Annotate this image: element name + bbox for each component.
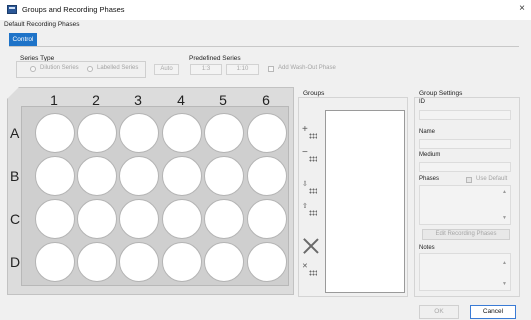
well-B5[interactable] — [204, 156, 244, 196]
use-default-label: Use Default — [476, 176, 508, 182]
well-C5[interactable] — [204, 199, 244, 239]
well-C3[interactable] — [119, 199, 159, 239]
plate-column-label: 3 — [134, 92, 142, 108]
add-group-button[interactable]: + — [302, 125, 320, 143]
dilution-series-radio[interactable] — [30, 66, 36, 72]
well-D3[interactable] — [119, 242, 159, 282]
app-icon — [7, 5, 17, 14]
well-B6[interactable] — [247, 156, 287, 196]
grid-icon — [309, 188, 317, 194]
well-D6[interactable] — [247, 242, 287, 282]
move-down-icon: ⇩ — [302, 181, 308, 188]
medium-label: Medium — [419, 152, 441, 158]
id-field[interactable] — [419, 110, 511, 120]
groups-label: Groups — [303, 90, 325, 97]
plate-column-label: 6 — [262, 92, 270, 108]
scroll-down-icon[interactable]: ▼ — [502, 215, 507, 221]
well-D5[interactable] — [204, 242, 244, 282]
plate-row-label: B — [10, 168, 20, 184]
scroll-up-icon[interactable]: ▲ — [502, 260, 507, 266]
phases-list[interactable]: ▲ ▼ — [419, 185, 511, 225]
well-C2[interactable] — [77, 199, 117, 239]
well-C4[interactable] — [162, 199, 202, 239]
well-A6[interactable] — [247, 113, 287, 153]
window-title: Groups and Recording Phases — [22, 5, 125, 14]
title-bar: Groups and Recording Phases × — [0, 0, 531, 20]
move-group-down-button[interactable]: ⇩ — [302, 180, 320, 198]
washout-label: Add Wash-Out Phase — [278, 65, 336, 71]
labelled-series-radio[interactable] — [87, 66, 93, 72]
clear-wells-icon: ✕ — [302, 263, 308, 270]
series-1-10-button[interactable]: 1:10 — [226, 64, 259, 75]
plate-row-label: D — [10, 254, 21, 270]
well-B4[interactable] — [162, 156, 202, 196]
well-A5[interactable] — [204, 113, 244, 153]
scroll-up-icon[interactable]: ▲ — [502, 189, 507, 195]
washout-checkbox[interactable] — [268, 66, 274, 72]
series-1-3-button[interactable]: 1:3 — [190, 64, 222, 75]
grid-icon — [309, 270, 317, 276]
remove-group-icon: − — [302, 147, 308, 158]
labelled-series-label: Labelled Series — [97, 65, 139, 71]
well-A1[interactable] — [35, 113, 75, 153]
well-A3[interactable] — [119, 113, 159, 153]
well-C1[interactable] — [35, 199, 75, 239]
well-D4[interactable] — [162, 242, 202, 282]
tab-divider — [9, 46, 519, 47]
well-B2[interactable] — [77, 156, 117, 196]
well-D1[interactable] — [35, 242, 75, 282]
grid-icon — [309, 156, 317, 162]
id-label: ID — [419, 99, 425, 105]
well-C6[interactable] — [247, 199, 287, 239]
name-label: Name — [419, 129, 436, 135]
move-up-icon: ⇧ — [302, 203, 308, 210]
grid-icon — [309, 210, 317, 216]
clear-wells-button[interactable]: ✕ — [302, 262, 320, 280]
auto-button[interactable]: Auto — [154, 64, 179, 75]
plate-column-label: 2 — [92, 92, 100, 108]
edit-recording-phases-button[interactable]: Edit Recording Phases — [422, 229, 510, 240]
ok-button[interactable]: OK — [419, 305, 459, 319]
clear-all-icon[interactable] — [303, 238, 319, 254]
phases-label: Phases — [419, 176, 440, 182]
notes-field[interactable]: ▲ ▼ — [419, 253, 511, 291]
well-B3[interactable] — [119, 156, 159, 196]
well-A4[interactable] — [162, 113, 202, 153]
move-group-up-button[interactable]: ⇧ — [302, 202, 320, 220]
well-B1[interactable] — [35, 156, 75, 196]
notes-label: Notes — [419, 245, 435, 251]
grid-icon — [309, 133, 317, 139]
name-field[interactable] — [419, 139, 511, 149]
tab-control[interactable]: Control — [9, 33, 37, 46]
group-settings-label: Group Settings — [419, 90, 463, 97]
well-A2[interactable] — [77, 113, 117, 153]
scroll-down-icon[interactable]: ▼ — [502, 281, 507, 287]
plate-column-label: 1 — [50, 92, 58, 108]
close-icon[interactable]: × — [519, 3, 525, 14]
well-D2[interactable] — [77, 242, 117, 282]
plate-row-label: A — [10, 125, 20, 141]
predefined-series-label: Predefined Series — [189, 55, 241, 62]
plate-row-label: C — [10, 211, 21, 227]
groups-list[interactable] — [325, 110, 405, 293]
use-default-checkbox[interactable] — [466, 177, 472, 183]
plate-column-label: 4 — [177, 92, 185, 108]
remove-group-button[interactable]: − — [302, 148, 320, 166]
add-group-icon: + — [302, 124, 308, 135]
plate-column-label: 5 — [219, 92, 227, 108]
dilution-series-label: Dilution Series — [40, 65, 79, 71]
medium-field[interactable] — [419, 162, 511, 172]
cancel-button[interactable]: Cancel — [470, 305, 516, 319]
default-phases-label: Default Recording Phases — [4, 21, 80, 28]
